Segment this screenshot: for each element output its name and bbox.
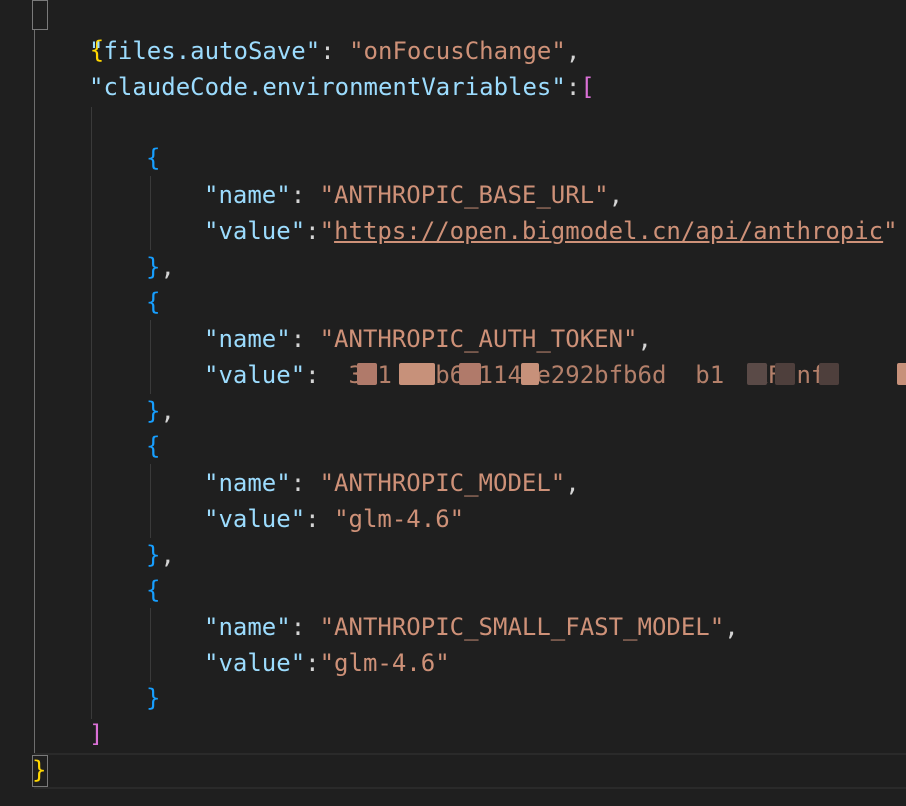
redaction-patch-2 — [398, 363, 435, 385]
indent-guide-item-4 — [150, 608, 151, 682]
item-4-name-line[interactable]: "name": "ANTHROPIC_SMALL_FAST_MODEL", — [204, 609, 739, 645]
item-3-name-value: "ANTHROPIC_MODEL" — [319, 469, 566, 497]
item-2-value-key: "value" — [204, 361, 306, 389]
item-4-close[interactable]: } — [146, 680, 160, 716]
item-2-close[interactable]: }, — [146, 393, 175, 429]
redaction-patch-3 — [458, 363, 481, 385]
redaction-patch-7 — [818, 363, 839, 385]
indent-guide-item-2 — [150, 320, 151, 394]
item-1-name-line[interactable]: "name": "ANTHROPIC_BASE_URL", — [204, 177, 623, 213]
code-line-array-close[interactable]: ] — [89, 716, 103, 752]
env-vars-key: "claudeCode.environmentVariables" — [89, 73, 566, 101]
autosave-key: "files.autoSave" — [89, 37, 321, 65]
code-line-3[interactable]: "claudeCode.environmentVariables":[ — [89, 69, 595, 105]
code-line-2[interactable]: "files.autoSave": "onFocusChange", — [89, 33, 580, 69]
item-3-close[interactable]: }, — [146, 537, 175, 573]
item-3-name-key: "name" — [204, 469, 291, 497]
env-vars-open-bracket: [ — [580, 73, 595, 101]
redaction-patch-6 — [774, 363, 795, 385]
indent-guide-item-1 — [150, 176, 151, 250]
root-close-brace: } — [32, 756, 47, 784]
item-1-close[interactable]: }, — [146, 249, 175, 285]
indent-guide-item-3 — [150, 464, 151, 538]
item-3-name-line[interactable]: "name": "ANTHROPIC_MODEL", — [204, 465, 580, 501]
item-1-value-open-quote: " — [319, 217, 335, 245]
item-4-name-key: "name" — [204, 613, 291, 641]
item-2-value-redacted: 3.1 7b681147e292bfb6d b1 KFJnf0 — [349, 357, 906, 393]
code-line-root-close[interactable]: } — [32, 752, 46, 788]
item-4-value-key: "value" — [204, 649, 306, 677]
item-1-name-value: "ANTHROPIC_BASE_URL" — [319, 181, 609, 209]
redaction-patch-1 — [356, 363, 377, 385]
item-1-value-line[interactable]: "value":"https://open.bigmodel.cn/api/an… — [204, 213, 898, 249]
item-3-open[interactable]: { — [146, 428, 160, 464]
item-3-value: "glm-4.6" — [334, 505, 465, 533]
current-line-highlight — [34, 753, 906, 789]
autosave-value: "onFocusChange" — [349, 37, 566, 65]
item-1-value-close-quote: " — [883, 217, 898, 245]
item-1-value-key: "value" — [204, 217, 306, 245]
redaction-patch-8 — [896, 363, 906, 385]
item-2-value-line[interactable]: "value": 3.1 7b681147e292bfb6d b1 KFJnf0 — [204, 357, 906, 393]
item-4-value: "glm-4.6" — [319, 649, 450, 677]
indent-guide-root — [34, 30, 35, 755]
item-2-name-line[interactable]: "name": "ANTHROPIC_AUTH_TOKEN", — [204, 321, 652, 357]
item-1-open[interactable]: { — [146, 140, 160, 176]
env-vars-close-bracket: ] — [89, 720, 104, 748]
item-3-value-line[interactable]: "value": "glm-4.6" — [204, 501, 464, 537]
item-2-name-value: "ANTHROPIC_AUTH_TOKEN" — [319, 325, 638, 353]
item-3-value-key: "value" — [204, 505, 306, 533]
redaction-patch-4 — [520, 363, 539, 385]
indent-guide-array — [91, 107, 92, 719]
item-1-name-key: "name" — [204, 181, 291, 209]
code-editor[interactable]: { "files.autoSave": "onFocusChange", "cl… — [0, 0, 906, 806]
redaction-patch-5 — [746, 363, 767, 385]
item-2-open[interactable]: { — [146, 284, 160, 320]
item-2-name-key: "name" — [204, 325, 291, 353]
item-4-open[interactable]: { — [146, 572, 160, 608]
item-4-value-line[interactable]: "value":"glm-4.6" — [204, 645, 450, 681]
item-4-name-value: "ANTHROPIC_SMALL_FAST_MODEL" — [319, 613, 725, 641]
code-line-1[interactable]: { — [32, 0, 104, 64]
item-1-value-url-link[interactable]: https://open.bigmodel.cn/api/anthropic — [334, 217, 883, 245]
